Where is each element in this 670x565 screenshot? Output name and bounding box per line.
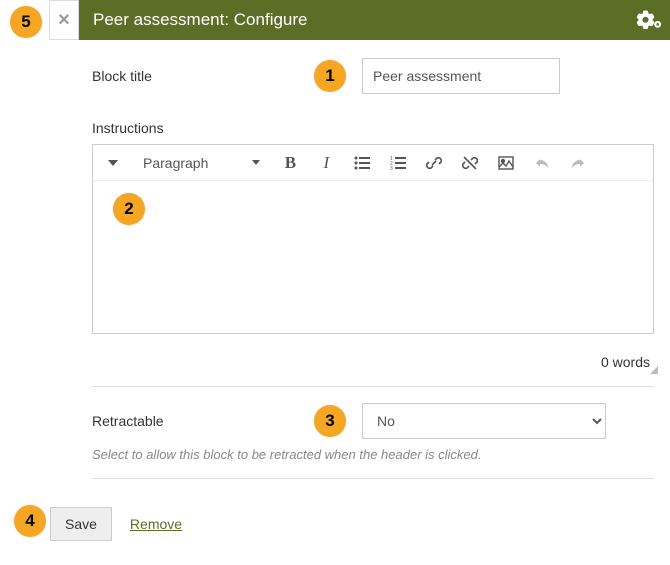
redo-icon (570, 156, 586, 170)
divider (92, 386, 654, 387)
editor-textarea[interactable] (93, 181, 653, 333)
bullet-list-icon (354, 156, 370, 170)
undo-button[interactable] (528, 149, 556, 177)
retractable-help-text: Select to allow this block to be retract… (92, 447, 654, 479)
link-button[interactable] (420, 149, 448, 177)
format-dropdown[interactable]: Paragraph (135, 155, 268, 171)
chevron-down-icon (108, 160, 118, 166)
instructions-label: Instructions (92, 120, 654, 136)
redo-button[interactable] (564, 149, 592, 177)
actions-row: 4 Save Remove (50, 507, 654, 541)
numbered-list-icon: 123 (390, 156, 406, 170)
callout-2: 2 (113, 193, 145, 225)
block-title-row: Block title 1 (92, 58, 654, 94)
retractable-row: Retractable 3 No (92, 403, 654, 439)
unlink-button[interactable] (456, 149, 484, 177)
bold-button[interactable]: B (276, 149, 304, 177)
rich-text-editor: Paragraph B I 123 (92, 144, 654, 334)
remove-link[interactable]: Remove (130, 516, 182, 532)
link-icon (426, 155, 442, 171)
retractable-select[interactable]: No (362, 403, 606, 439)
block-title-input[interactable] (362, 58, 560, 94)
modal-header: × Peer assessment: Configure (49, 0, 670, 40)
close-button[interactable]: × (49, 0, 79, 40)
callout-4: 4 (14, 505, 46, 537)
modal-title: Peer assessment: Configure (79, 10, 628, 30)
close-icon: × (58, 9, 70, 32)
svg-text:3: 3 (390, 166, 393, 170)
callout-3: 3 (314, 405, 346, 437)
callout-1: 1 (314, 60, 346, 92)
word-count: 0 words (92, 354, 654, 370)
image-icon (498, 156, 514, 170)
image-button[interactable] (492, 149, 520, 177)
unlink-icon (462, 155, 478, 171)
italic-button[interactable]: I (312, 149, 340, 177)
bullet-list-button[interactable] (348, 149, 376, 177)
undo-icon (534, 156, 550, 170)
settings-button[interactable] (628, 10, 670, 30)
callout-5: 5 (10, 6, 42, 38)
gear-icon (636, 10, 662, 30)
caret-down-icon (252, 160, 260, 165)
numbered-list-button[interactable]: 123 (384, 149, 412, 177)
toolbar-expand-button[interactable] (99, 149, 127, 177)
modal-body: Block title 1 Instructions Paragraph B I… (0, 40, 670, 565)
save-button[interactable]: Save (50, 507, 112, 541)
editor-toolbar: Paragraph B I 123 (93, 145, 653, 181)
format-label: Paragraph (143, 155, 208, 171)
